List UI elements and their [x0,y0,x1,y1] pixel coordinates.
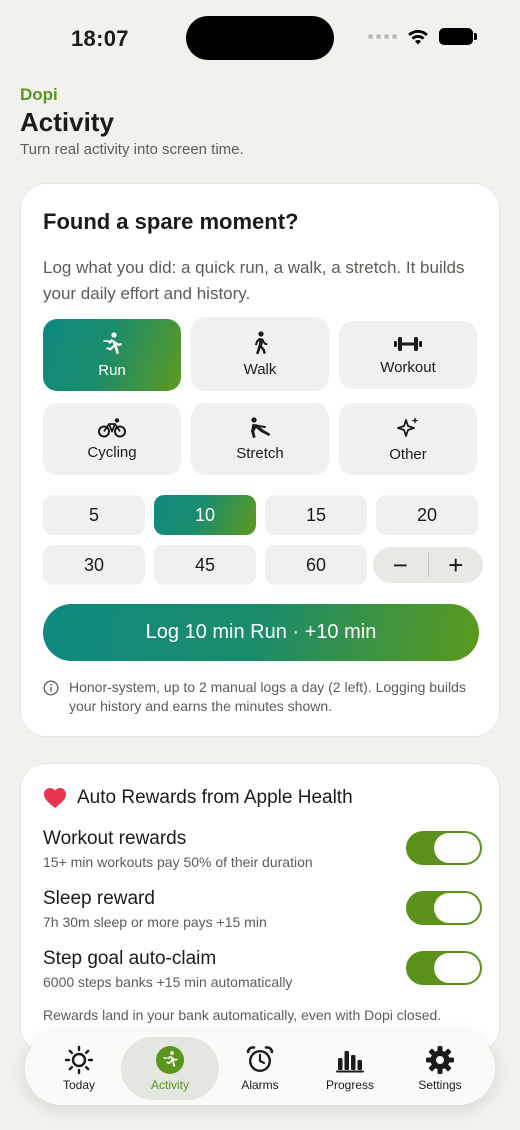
sparkles-icon [397,416,419,437]
dynamic-island [186,16,334,60]
health-footer-note: Rewards land in your bank automatically,… [43,1007,442,1023]
activity-tile-other[interactable]: Other [339,403,477,475]
running-icon [156,1045,184,1074]
activity-label: Run [98,361,126,379]
duration-chip-60[interactable]: 60 [265,545,367,585]
health-card-header: Auto Rewards from Apple Health [43,787,353,809]
duration-chip-30[interactable]: 30 [43,545,145,585]
bicycle-icon [98,417,126,437]
running-icon [103,331,122,354]
info-icon [43,680,59,696]
activity-label: Stretch [236,444,284,462]
health-card-title: Auto Rewards from Apple Health [77,787,353,808]
tab-today[interactable]: Today [31,1037,127,1100]
decrement-button[interactable]: − [373,547,428,583]
activity-label: Cycling [87,443,137,461]
tab-alarms[interactable]: Alarms [212,1037,308,1100]
duration-chip-15[interactable]: 15 [265,495,367,535]
tab-progress[interactable]: Progress [302,1037,398,1100]
gear-icon [426,1045,454,1074]
activity-label: Other [389,445,427,463]
app-name: Dopi [20,85,58,104]
battery-icon [439,28,477,45]
dumbbell-icon [394,336,422,351]
tab-label: Progress [325,1077,375,1092]
tab-activity[interactable]: Activity [121,1037,219,1100]
page-title: Activity [20,107,114,137]
duration-chip-45[interactable]: 45 [154,545,256,585]
sun-icon [64,1045,94,1074]
tab-label: Alarms [241,1077,279,1092]
toggle-knob [434,833,480,863]
alarm-clock-icon [246,1045,274,1072]
step-goal-toggle[interactable] [406,951,482,985]
card-description: Log what you did: a quick run, a walk, a… [43,258,465,303]
reward-title: Step goal auto-claim [43,948,217,969]
health-rewards-card: Auto Rewards from Apple Health Workout r… [20,763,500,1053]
increment-button[interactable]: + [428,547,483,583]
tab-label: Settings [418,1077,462,1092]
reward-row-workout: Workout rewards 15+ min workouts pay 50%… [43,828,483,872]
reward-title: Sleep reward [43,888,155,909]
heart-icon [44,788,66,808]
bar-chart-icon [336,1050,364,1072]
activity-tile-walk[interactable]: Walk [191,317,329,391]
toggle-knob [434,893,480,923]
duration-chip-5[interactable]: 5 [43,495,145,535]
reward-row-steps: Step goal auto-claim 6000 steps banks +1… [43,948,483,992]
sleep-reward-toggle[interactable] [406,891,482,925]
activity-label: Walk [243,360,277,378]
card-title: Found a spare moment? [43,209,299,234]
stretch-icon [251,416,271,438]
duration-chip-20[interactable]: 20 [376,495,478,535]
status-time: 18:07 [71,26,129,51]
page-subtitle: Turn real activity into screen time. [20,141,244,158]
activity-tile-workout[interactable]: Workout [339,321,477,389]
activity-label: Workout [380,358,436,376]
walking-icon [255,330,268,354]
activity-tile-run[interactable]: Run [43,319,181,391]
reward-subtitle: 6000 steps banks +15 min automatically [43,974,293,990]
tab-bar: Today Activity Alarms Progress Settings [25,1032,495,1105]
wifi-icon [408,29,428,44]
activity-tile-cycling[interactable]: Cycling [43,403,181,475]
log-activity-button[interactable]: Log 10 min Run · +10 min [43,604,479,661]
toggle-knob [434,953,480,983]
reward-subtitle: 15+ min workouts pay 50% of their durati… [43,854,313,870]
duration-stepper: − + [373,547,483,583]
status-bar: 18:07 [0,0,520,80]
duration-chip-10[interactable]: 10 [154,495,256,535]
tab-label: Today [62,1077,96,1092]
activity-tile-stretch[interactable]: Stretch [191,403,329,475]
workout-rewards-toggle[interactable] [406,831,482,865]
signal-dots-icon [368,34,397,39]
status-icons [368,28,477,45]
reward-title: Workout rewards [43,828,187,849]
tab-settings[interactable]: Settings [392,1037,488,1100]
log-activity-card: Found a spare moment? Log what you did: … [20,183,500,737]
reward-row-sleep: Sleep reward 7h 30m sleep or more pays +… [43,888,483,932]
reward-subtitle: 7h 30m sleep or more pays +15 min [43,914,267,930]
honor-system-note: Honor-system, up to 2 manual logs a day … [69,679,466,714]
tab-label: Activity [150,1077,189,1092]
